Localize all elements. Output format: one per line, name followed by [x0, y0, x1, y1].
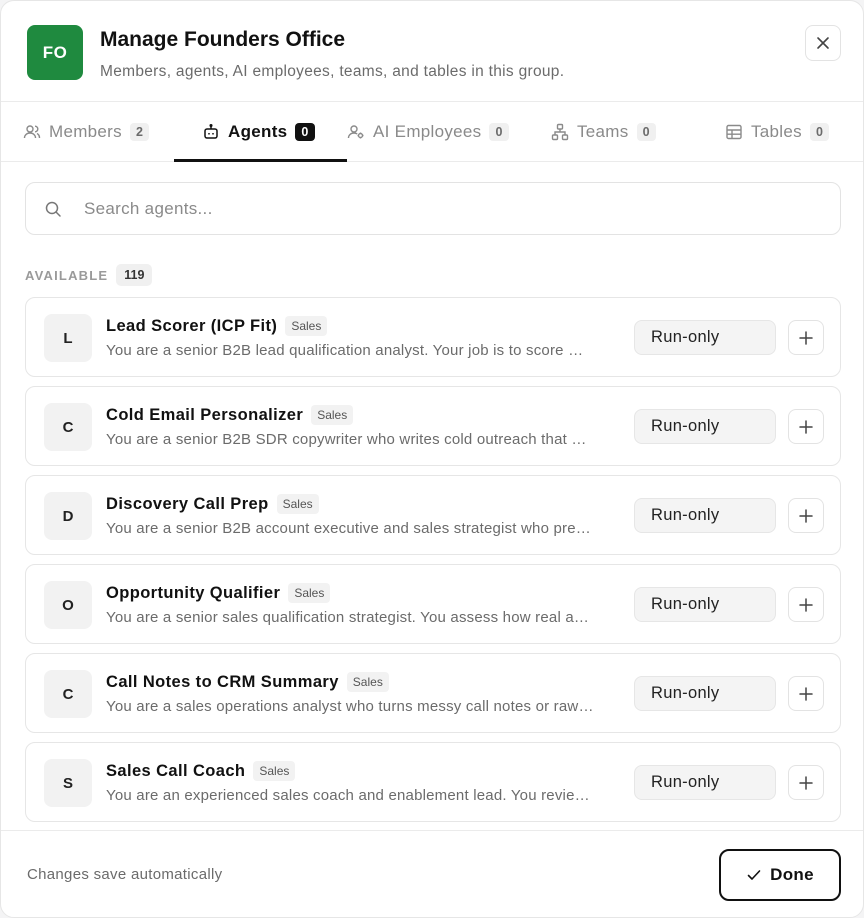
agent-card: C Call Notes to CRM Summary Sales You are… — [25, 653, 841, 733]
agent-avatar: L — [44, 314, 92, 362]
plus-icon — [799, 775, 813, 790]
agent-name: Lead Scorer (ICP Fit) — [106, 316, 278, 335]
agent-card: O Opportunity Qualifier Sales You are a s… — [25, 564, 841, 644]
modal-subtitle: Members, agents, AI employees, teams, an… — [100, 63, 565, 80]
manage-group-modal: FO Manage Founders Office Members, agent… — [0, 0, 864, 918]
modal-footer: Changes save automatically Done — [1, 830, 863, 917]
permission-select[interactable]: Run-only — [634, 765, 776, 800]
category-tag: Sales — [253, 761, 296, 781]
tab-count: 0 — [809, 123, 830, 141]
plus-icon — [799, 686, 813, 701]
agent-description: You are a sales operations analyst who t… — [106, 698, 594, 715]
tab-label: Tables — [751, 122, 802, 141]
agent-name: Opportunity Qualifier — [106, 583, 281, 602]
search-box — [25, 182, 841, 235]
agent-list: L Lead Scorer (ICP Fit) Sales You are a s… — [25, 297, 841, 829]
category-tag: Sales — [276, 494, 319, 514]
permission-select[interactable]: Run-only — [634, 676, 776, 711]
active-tab-indicator — [174, 159, 347, 162]
agent-avatar: S — [44, 759, 92, 807]
tab-teams[interactable]: Teams 0 — [551, 102, 656, 162]
permission-select[interactable]: Run-only — [634, 498, 776, 533]
agent-description: You are a senior B2B account executive a… — [106, 520, 591, 537]
search-input[interactable] — [84, 193, 824, 225]
agent-name: Discovery Call Prep — [106, 494, 269, 513]
permission-select[interactable]: Run-only — [634, 409, 776, 444]
agent-avatar: C — [44, 403, 92, 451]
modal-header: FO Manage Founders Office Members, agent… — [1, 1, 863, 102]
agent-name: Cold Email Personalizer — [106, 405, 304, 424]
done-button[interactable]: Done — [719, 849, 841, 901]
add-agent-button[interactable] — [788, 676, 824, 711]
close-button[interactable] — [805, 25, 841, 61]
tab-label: Teams — [577, 122, 629, 141]
category-tag: Sales — [346, 672, 389, 692]
add-agent-button[interactable] — [788, 765, 824, 800]
autosave-note: Changes save automatically — [27, 866, 223, 883]
agent-description: You are a senior B2B SDR copywriter who … — [106, 431, 587, 448]
agent-description: You are a senior sales qualification str… — [106, 609, 590, 626]
table-icon — [725, 123, 743, 141]
agent-card: L Lead Scorer (ICP Fit) Sales You are a s… — [25, 297, 841, 377]
permission-select[interactable]: Run-only — [634, 587, 776, 622]
agent-description: You are an experienced sales coach and e… — [106, 787, 590, 804]
tab-count: 0 — [295, 123, 315, 141]
available-header: AVAILABLE 119 — [25, 264, 153, 286]
add-agent-button[interactable] — [788, 409, 824, 444]
modal-title: Manage Founders Office — [100, 28, 346, 51]
available-label: AVAILABLE — [25, 267, 109, 283]
tab-members[interactable]: Members 2 — [23, 102, 150, 162]
tab-ai-employees[interactable]: AI Employees 0 — [347, 102, 509, 162]
plus-icon — [799, 597, 813, 612]
tab-label: Members — [49, 122, 122, 141]
users-icon — [23, 123, 41, 141]
tab-count: 2 — [129, 123, 150, 141]
plus-icon — [799, 508, 813, 523]
plus-icon — [799, 419, 813, 434]
agent-name: Sales Call Coach — [106, 761, 246, 780]
agent-avatar: D — [44, 492, 92, 540]
tab-count: 0 — [636, 123, 656, 141]
plus-icon — [799, 330, 813, 345]
bot-icon — [202, 123, 220, 141]
category-tag: Sales — [311, 405, 354, 425]
agent-card: C Cold Email Personalizer Sales You are a… — [25, 386, 841, 466]
agent-name: Call Notes to CRM Summary — [106, 672, 339, 691]
agent-description: You are a senior B2B lead qualification … — [106, 342, 584, 359]
available-count: 119 — [116, 264, 153, 286]
search-icon — [45, 201, 61, 217]
tab-label: Agents — [228, 122, 288, 141]
teams-icon — [551, 123, 569, 141]
agent-avatar: O — [44, 581, 92, 629]
add-agent-button[interactable] — [788, 498, 824, 533]
category-tag: Sales — [288, 583, 331, 603]
agent-card: S Sales Call Coach Sales You are an exper… — [25, 742, 841, 822]
permission-select[interactable]: Run-only — [634, 320, 776, 355]
close-icon — [817, 37, 829, 49]
tab-tables[interactable]: Tables 0 — [725, 102, 830, 162]
tab-bar: Members 2 Agents 0 AI Employees 0 Teams … — [1, 102, 863, 162]
agent-avatar: C — [44, 670, 92, 718]
tab-count: 0 — [489, 123, 509, 141]
tab-label: AI Employees — [373, 122, 482, 141]
group-avatar: FO — [27, 25, 83, 80]
agent-card: D Discovery Call Prep Sales You are a sen… — [25, 475, 841, 555]
ai-employee-icon — [347, 123, 365, 141]
add-agent-button[interactable] — [788, 587, 824, 622]
check-icon — [747, 870, 761, 880]
category-tag: Sales — [285, 316, 328, 336]
done-label: Done — [770, 865, 814, 884]
add-agent-button[interactable] — [788, 320, 824, 355]
tab-agents[interactable]: Agents 0 — [202, 102, 315, 162]
